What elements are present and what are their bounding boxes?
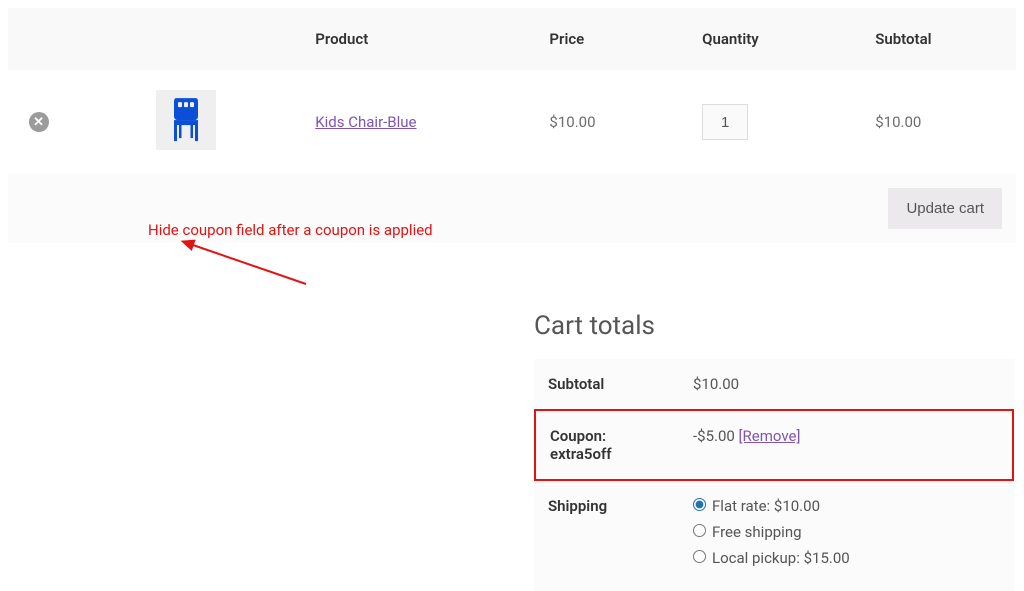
shipping-label: Shipping xyxy=(534,481,679,591)
shipping-radio-local[interactable] xyxy=(693,550,706,563)
subtotal-value: $10.00 xyxy=(679,359,1014,409)
col-header-quantity: Quantity xyxy=(690,8,863,70)
coupon-value: -$5.00 [Remove] xyxy=(679,409,1014,481)
update-cart-button[interactable]: Update cart xyxy=(888,188,1002,229)
cart-totals: Cart totals Subtotal $10.00 Coupon: extr… xyxy=(534,311,1014,591)
annotation-text: Hide coupon field after a coupon is appl… xyxy=(148,221,433,239)
shipping-row: Shipping Flat rate: $10.00 Free shipping… xyxy=(534,481,1014,591)
product-name-link[interactable]: Kids Chair-Blue xyxy=(315,113,416,131)
item-price: $10.00 xyxy=(537,70,690,174)
annotation-arrow-icon xyxy=(178,238,318,288)
shipping-options: Flat rate: $10.00 Free shipping Local pi… xyxy=(693,497,1000,567)
shipping-radio-free[interactable] xyxy=(693,524,706,537)
shipping-radio-flat[interactable] xyxy=(693,498,706,511)
subtotal-label: Subtotal xyxy=(534,359,679,409)
quantity-input[interactable] xyxy=(702,104,748,140)
coupon-label: Coupon: extra5off xyxy=(534,409,679,481)
remove-item-button[interactable]: ✕ xyxy=(29,112,49,132)
col-header-subtotal: Subtotal xyxy=(863,8,1016,70)
shipping-option[interactable]: Flat rate: $10.00 xyxy=(693,497,1000,515)
coupon-row: Coupon: extra5off -$5.00 [Remove] xyxy=(534,409,1014,481)
shipping-option[interactable]: Free shipping xyxy=(693,523,1000,541)
cart-items-table: Product Price Quantity Subtotal ✕ xyxy=(8,8,1016,174)
cart-totals-table: Subtotal $10.00 Coupon: extra5off -$5.00… xyxy=(534,359,1014,591)
product-thumbnail[interactable] xyxy=(156,90,216,150)
item-subtotal: $10.00 xyxy=(863,70,1016,174)
chair-icon xyxy=(168,96,204,142)
shipping-option[interactable]: Local pickup: $15.00 xyxy=(693,549,1000,567)
remove-coupon-link[interactable]: [Remove] xyxy=(739,427,801,445)
close-icon: ✕ xyxy=(33,115,44,130)
col-header-thumb xyxy=(69,8,303,70)
col-header-price: Price xyxy=(537,8,690,70)
subtotal-row: Subtotal $10.00 xyxy=(534,359,1014,409)
table-row: ✕ xyxy=(8,70,1016,174)
col-header-product: Product xyxy=(303,8,537,70)
col-header-remove xyxy=(8,8,69,70)
cart-totals-title: Cart totals xyxy=(534,311,1014,341)
